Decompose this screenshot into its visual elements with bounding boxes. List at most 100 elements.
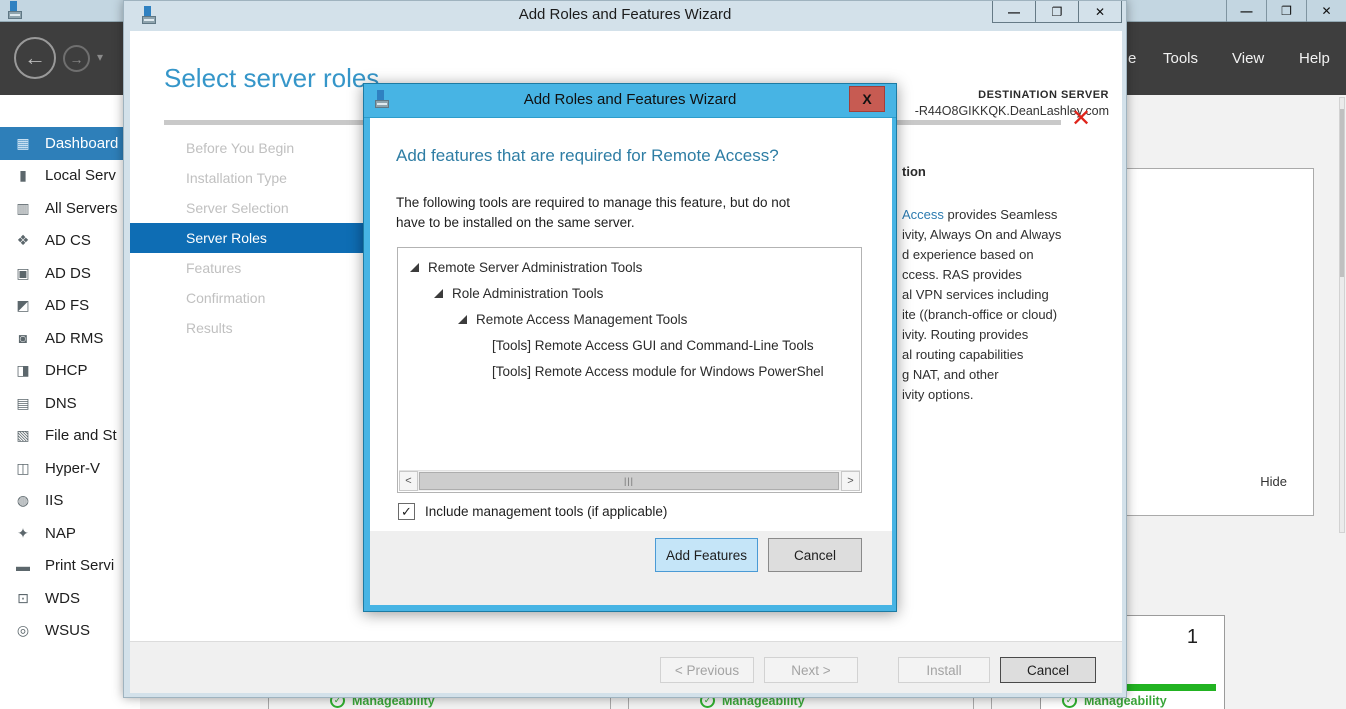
back-icon[interactable]: ← <box>14 37 56 79</box>
step-confirmation[interactable]: Confirmation <box>130 283 370 313</box>
minimize-icon[interactable]: — <box>992 1 1036 23</box>
sidebar-item-all-servers[interactable]: ▥All Servers <box>0 192 140 225</box>
add-features-dialog: Add Roles and Features Wizard X Add feat… <box>363 83 897 612</box>
server-manager-icon <box>7 1 27 21</box>
previous-button[interactable]: < Previous <box>660 657 754 683</box>
sidebar-item-ad-fs[interactable]: ◩ AD FS <box>0 290 140 323</box>
vertical-scrollbar[interactable] <box>1339 97 1345 533</box>
add-features-button[interactable]: Add Features <box>655 538 758 572</box>
sidebar-item-ad-ds[interactable]: ▣ AD DS <box>0 257 140 290</box>
dialog-description: The following tools are required to mana… <box>396 193 790 233</box>
role-description-text: Access provides Seamless ivity, Always O… <box>902 205 1061 405</box>
description-line: ivity options. <box>902 385 1061 405</box>
tree-expander-icon[interactable] <box>410 263 419 272</box>
sidebar-item-label: Dashboard <box>45 135 118 152</box>
iis-icon: ◍ <box>13 492 33 509</box>
remote-access-link[interactable]: Access <box>902 207 944 222</box>
ad-rms-icon: ◙ <box>13 330 33 346</box>
step-features[interactable]: Features <box>130 253 370 283</box>
description-line: ccess. RAS provides <box>902 265 1061 285</box>
horizontal-scrollbar[interactable]: < ||| > <box>399 470 860 491</box>
tree-item-label: Remote Server Administration Tools <box>428 260 642 275</box>
description-line: al routing capabilities <box>902 345 1061 365</box>
close-icon[interactable]: ✕ <box>1306 0 1346 22</box>
minimize-icon[interactable]: — <box>1226 0 1266 22</box>
step-server-selection[interactable]: Server Selection <box>130 193 370 223</box>
step-installation-type[interactable]: Installation Type <box>130 163 370 193</box>
checkbox-label: Include management tools (if applicable) <box>425 504 667 519</box>
sidebar-item-ad-rms[interactable]: ◙AD RMS <box>0 322 140 355</box>
sidebar-item-label: AD FS <box>45 297 89 314</box>
features-tree: Remote Server Administration Tools Role … <box>397 247 862 493</box>
hyper-v-icon: ◫ <box>13 460 33 477</box>
tree-item[interactable]: Remote Server Administration Tools <box>398 254 861 280</box>
sidebar-item-print-services[interactable]: ▬Print Servi <box>0 550 140 583</box>
step-server-roles[interactable]: Server Roles <box>130 223 370 253</box>
sidebar-item-label: Hyper-V <box>45 460 100 477</box>
menu-tools[interactable]: Tools <box>1163 22 1198 95</box>
sidebar-item-nap[interactable]: ✦ NAP <box>0 517 140 550</box>
sidebar-item-ad-cs[interactable]: ❖AD CS <box>0 225 140 258</box>
scrollbar-thumb[interactable] <box>1340 109 1344 277</box>
sidebar-item-wsus[interactable]: ◎WSUS <box>0 615 140 648</box>
sidebar-item-hyper-v[interactable]: ◫ Hyper-V <box>0 452 140 485</box>
sidebar-item-label: WSUS <box>45 622 90 639</box>
close-icon[interactable]: ✕ <box>1078 1 1122 23</box>
server-manager-icon <box>141 6 161 26</box>
sidebar-item-label: NAP <box>45 525 76 542</box>
description-line: provides Seamless <box>944 207 1057 222</box>
sidebar-item-label: Local Serv <box>45 167 116 184</box>
tree-item[interactable]: Remote Access Management Tools <box>398 306 861 332</box>
scrollbar-thumb[interactable]: ||| <box>419 472 839 490</box>
tree-item[interactable]: [Tools] Remote Access GUI and Command-Li… <box>398 332 861 358</box>
tree-item[interactable]: [Tools] Remote Access module for Windows… <box>398 358 861 384</box>
tree-expander-icon[interactable] <box>434 289 443 298</box>
forward-icon[interactable]: → <box>63 45 90 72</box>
include-management-tools-row[interactable]: ✓ Include management tools (if applicabl… <box>398 503 667 520</box>
description-line: ivity, Always On and Always <box>902 225 1061 245</box>
maximize-icon[interactable]: ❐ <box>1266 0 1306 22</box>
nap-icon: ✦ <box>13 525 33 542</box>
description-line: g NAT, and other <box>902 365 1061 385</box>
dialog-body: Add features that are required for Remot… <box>370 118 892 531</box>
menu-manage-fragment[interactable]: e <box>1128 22 1136 95</box>
wizard-steps: Before You Begin Installation Type Serve… <box>130 133 370 343</box>
tree-item[interactable]: Role Administration Tools <box>398 280 861 306</box>
menu-help[interactable]: Help <box>1299 22 1330 95</box>
sidebar-item-wds[interactable]: ⊡WDS <box>0 582 140 615</box>
hide-button[interactable]: Hide <box>1260 474 1287 489</box>
step-before-you-begin[interactable]: Before You Begin <box>130 133 370 163</box>
scroll-right-icon[interactable]: > <box>841 471 860 491</box>
wds-icon: ⊡ <box>13 590 33 607</box>
tile-border <box>268 698 269 709</box>
destination-server-label: DESTINATION SERVER <box>915 89 1109 101</box>
sidebar-item-dashboard[interactable]: ▦Dashboard <box>0 127 140 160</box>
description-heading-fragment: tion <box>902 164 926 179</box>
sidebar-item-file-storage[interactable]: ▧File and St <box>0 420 140 453</box>
maximize-icon[interactable]: ❐ <box>1035 1 1079 23</box>
tree-expander-icon[interactable] <box>458 315 467 324</box>
sidebar-item-label: AD DS <box>45 265 91 282</box>
step-results[interactable]: Results <box>130 313 370 343</box>
scroll-left-icon[interactable]: < <box>399 471 418 491</box>
sidebar-item-dhcp[interactable]: ◨DHCP <box>0 355 140 388</box>
sidebar-item-label: DHCP <box>45 362 88 379</box>
nav-dropdown-caret-icon[interactable]: ▾ <box>97 50 103 64</box>
ad-ds-icon: ▣ <box>13 265 33 282</box>
tree-item-label: [Tools] Remote Access module for Windows… <box>492 364 824 379</box>
sidebar-item-dns[interactable]: ▤DNS <box>0 387 140 420</box>
checkbox-checked-icon[interactable]: ✓ <box>398 503 415 520</box>
ad-fs-icon: ◩ <box>13 297 33 314</box>
cancel-button[interactable]: Cancel <box>768 538 862 572</box>
cancel-button[interactable]: Cancel <box>1000 657 1096 683</box>
install-button[interactable]: Install <box>898 657 990 683</box>
error-x-icon: ✕ <box>1071 104 1091 133</box>
sidebar-item-label: IIS <box>45 492 63 509</box>
close-icon[interactable]: X <box>849 86 885 112</box>
sidebar-item-local-server[interactable]: ▮Local Serv <box>0 160 140 193</box>
wizard-window-controls: — ❐ ✕ <box>993 1 1122 23</box>
tree-item-label: [Tools] Remote Access GUI and Command-Li… <box>492 338 814 353</box>
next-button[interactable]: Next > <box>764 657 858 683</box>
sidebar-item-iis[interactable]: ◍ IIS <box>0 485 140 518</box>
menu-view[interactable]: View <box>1232 22 1264 95</box>
